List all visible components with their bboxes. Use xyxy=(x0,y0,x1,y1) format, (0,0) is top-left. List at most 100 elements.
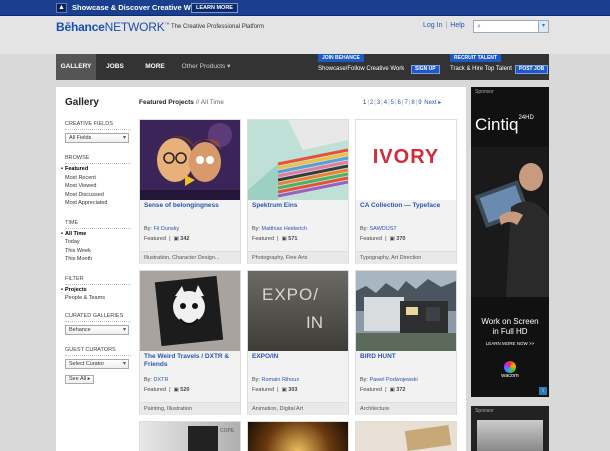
see-all-button[interactable]: See All ▸ xyxy=(65,375,95,384)
project-thumbnail[interactable] xyxy=(356,422,456,451)
filter-people-teams[interactable]: People & Teams xyxy=(65,295,105,301)
tab-jobs[interactable]: JOBS xyxy=(100,54,130,80)
filter-projects[interactable]: Projects xyxy=(61,287,87,293)
project-thumbnail[interactable] xyxy=(356,271,456,351)
project-card[interactable]: EXPO/ IN EXPO/IN By: Romain Rihoux Featu… xyxy=(247,270,349,415)
ad-learn-more[interactable]: LEARN MORE NOW >> xyxy=(471,341,549,346)
project-title[interactable]: Spektrum Eins xyxy=(252,202,346,210)
browse-featured[interactable]: Featured xyxy=(61,166,88,172)
join-behance-text: Showcase/Follow Creative Work xyxy=(318,66,405,72)
project-card[interactable] xyxy=(355,421,457,451)
project-stats: Featured | ▣ 370 xyxy=(360,236,406,242)
project-stats: Featured | ▣ 571 xyxy=(252,236,298,242)
pagination: 1|2|3|4|5|6|7|8|9 Next ▸ xyxy=(363,100,442,106)
post-job-button[interactable]: POST JOB xyxy=(515,65,549,74)
browse-most-discussed[interactable]: Most Discussed xyxy=(65,192,104,198)
project-title[interactable]: CA Collection — Typeface xyxy=(360,202,454,210)
browse-most-appreciated[interactable]: Most Appreciated xyxy=(65,200,108,206)
project-title[interactable]: EXPO/IN xyxy=(252,353,346,361)
project-thumbnail[interactable]: IVORY xyxy=(356,120,456,200)
divider xyxy=(65,228,131,229)
project-thumbnail[interactable]: EXPO/ IN xyxy=(248,271,348,351)
sidebar-title: Gallery xyxy=(65,97,99,108)
project-card[interactable] xyxy=(247,421,349,451)
promo-bar: ▲ Showcase & Discover Creative Work LEAR… xyxy=(0,0,610,16)
search-icon: ⌕ xyxy=(477,23,481,30)
project-category: Photography, Fine Arts xyxy=(248,251,348,264)
project-card[interactable]: BIRD HUNT By: Pawel Podwojewski Featured… xyxy=(355,270,457,415)
project-card[interactable]: The Weird Travels / DXTR & Friends By: D… xyxy=(139,270,241,415)
divider xyxy=(65,129,131,130)
project-thumbnail[interactable] xyxy=(140,120,240,200)
project-category: Illustration, Character Design... xyxy=(140,251,240,264)
author-link[interactable]: DXTR xyxy=(153,377,168,383)
time-this-month[interactable]: This Month xyxy=(65,256,92,262)
project-thumbnail[interactable] xyxy=(248,120,348,200)
next-page-link[interactable]: Next ▸ xyxy=(424,100,441,106)
time-this-week[interactable]: This Week xyxy=(65,248,91,254)
project-author: By: Matthias Heiderich xyxy=(252,226,308,232)
project-category: Typography, Art Direction xyxy=(356,251,456,264)
tab-other-products[interactable]: Other Products ▾ xyxy=(178,54,234,80)
help-link[interactable]: Help xyxy=(450,22,464,29)
project-thumbnail[interactable]: COPE xyxy=(140,422,240,451)
tab-gallery[interactable]: GALLERY xyxy=(56,54,96,80)
behance-logo[interactable]: BēhanceNETWORK™ xyxy=(56,20,170,34)
page-8[interactable]: 8 xyxy=(411,100,414,106)
curated-galleries-heading: CURATED GALLERIES xyxy=(65,313,124,319)
project-stats: Featured | ▣ 342 xyxy=(144,236,190,242)
sponsor-ad[interactable]: Sponsor Cintiq24HD Work on Screen in Full… xyxy=(471,87,549,397)
time-heading: TIME xyxy=(65,220,79,226)
featured-projects-title: Featured Projects // All Time xyxy=(139,99,224,106)
project-card[interactable]: IVORY CA Collection — Typeface By: SAWDU… xyxy=(355,119,457,264)
page-1[interactable]: 1 xyxy=(363,100,366,106)
project-title[interactable]: Sense of belongingness xyxy=(144,202,238,210)
time-all-time[interactable]: All Time xyxy=(61,231,86,237)
author-link[interactable]: SAWDUST xyxy=(369,226,396,232)
join-behance-label: JOIN BEHANCE xyxy=(318,54,364,62)
project-card[interactable]: Spektrum Eins By: Matthias Heiderich Fea… xyxy=(247,119,349,264)
page-5[interactable]: 5 xyxy=(391,100,394,106)
header-links: Log In | Help xyxy=(423,22,465,29)
page-6[interactable]: 6 xyxy=(398,100,401,106)
page-3[interactable]: 3 xyxy=(377,100,380,106)
project-stats: Featured | ▣ 372 xyxy=(360,387,406,393)
page-9[interactable]: 9 xyxy=(418,100,421,106)
project-thumbnail[interactable] xyxy=(140,271,240,351)
project-card[interactable]: Sense of belongingness By: Fil Dunsky Fe… xyxy=(139,119,241,264)
curated-galleries-select[interactable]: Behance xyxy=(65,325,129,335)
chevron-down-icon[interactable]: ▾ xyxy=(538,21,548,32)
sponsor-ad-2[interactable]: Sponsor xyxy=(471,406,549,451)
author-link[interactable]: Matthias Heiderich xyxy=(261,226,307,232)
project-title[interactable]: BIRD HUNT xyxy=(360,353,454,361)
browse-most-recent[interactable]: Most Recent xyxy=(65,175,96,181)
browse-most-viewed[interactable]: Most Viewed xyxy=(65,183,96,189)
thumbs-up-icon: ▣ xyxy=(281,387,287,393)
author-link[interactable]: Romain Rihoux xyxy=(261,377,299,383)
ad-info-icon[interactable]: i xyxy=(539,387,547,395)
project-card[interactable]: COPE xyxy=(139,421,241,451)
gallery-main: Gallery CREATIVE FIELDS All Fields BROWS… xyxy=(56,87,466,451)
filter-heading: FILTER xyxy=(65,276,84,282)
page-7[interactable]: 7 xyxy=(404,100,407,106)
time-today[interactable]: Today xyxy=(65,239,80,245)
cintiq-logo: Cintiq24HD xyxy=(475,115,534,134)
thumbnail-text: IN xyxy=(306,313,323,332)
project-title[interactable]: The Weird Travels / DXTR & Friends xyxy=(144,353,238,369)
creative-fields-select[interactable]: All Fields xyxy=(65,133,129,143)
ad-photo xyxy=(471,147,549,297)
divider xyxy=(65,355,131,356)
main-nav: GALLERY JOBS MORE Other Products ▾ JOIN … xyxy=(56,54,549,80)
tab-more[interactable]: MORE xyxy=(140,54,170,80)
author-link[interactable]: Fil Dunsky xyxy=(153,226,179,232)
page-2[interactable]: 2 xyxy=(370,100,373,106)
login-link[interactable]: Log In xyxy=(423,22,442,29)
browse-heading: BROWSE xyxy=(65,155,90,161)
project-thumbnail[interactable] xyxy=(248,422,348,451)
learn-more-button[interactable]: LEARN MORE xyxy=(191,3,238,13)
author-link[interactable]: Pawel Podwojewski xyxy=(369,377,417,383)
sign-up-button[interactable]: SIGN UP xyxy=(411,65,440,74)
search-input[interactable]: ⌕ ▾ xyxy=(473,20,549,33)
guest-curator-select[interactable]: Select Curator xyxy=(65,359,129,369)
page-4[interactable]: 4 xyxy=(384,100,387,106)
